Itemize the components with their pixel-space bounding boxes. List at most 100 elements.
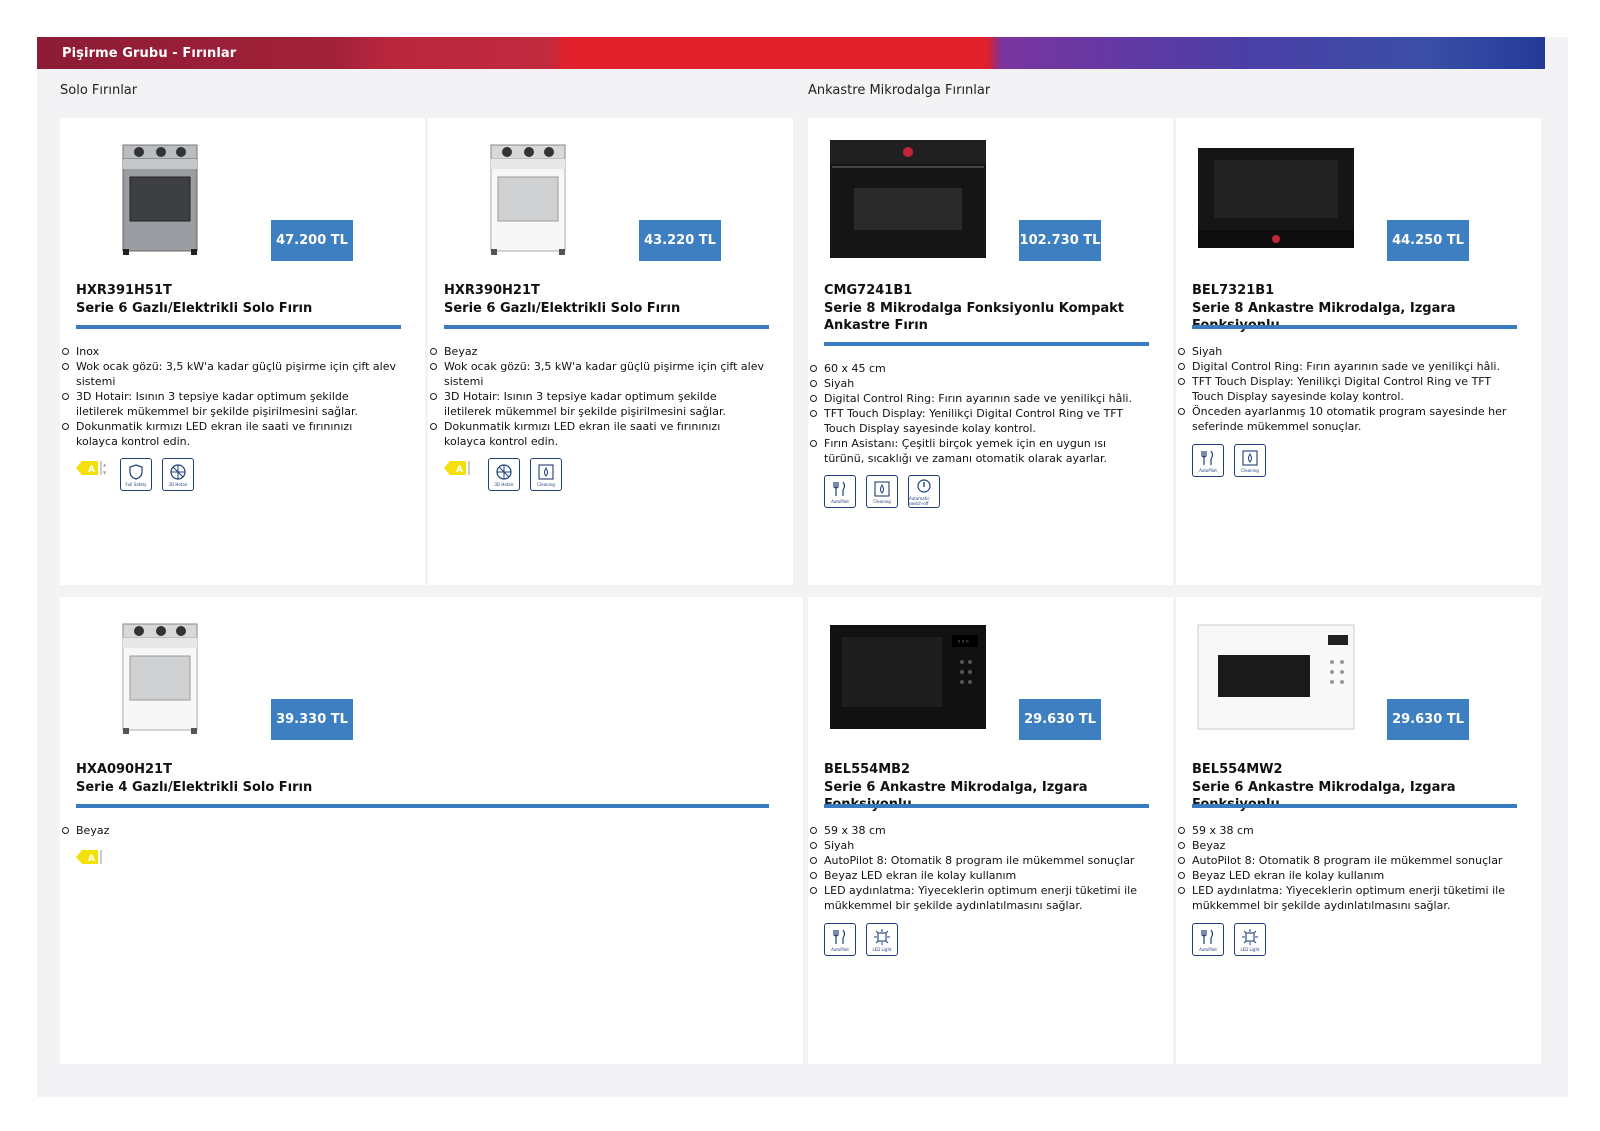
banner-title: Pişirme Grubu - Fırınlar <box>62 45 237 61</box>
category-banner: Pişirme Grubu - Fırınlar <box>37 37 1545 69</box>
feature-item: Digital Control Ring: Fırın ayarının sad… <box>810 391 1144 406</box>
feature-item: TFT Touch Display: Yenilikçi Digital Con… <box>810 406 1144 436</box>
feature-item: Beyaz <box>62 823 396 838</box>
price-tag: 39.330 TL <box>271 699 353 740</box>
feature-item: 59 x 38 cm <box>810 823 1144 838</box>
feature-item: 60 x 45 cm <box>810 361 1144 376</box>
product-name: Serie 8 Mikrodalga Fonksiyonlu Kompakt A… <box>824 301 1125 333</box>
autopilot-icon: AutoPilot <box>824 923 856 956</box>
feature-item: Fırın Asistanı: Çeşitli birçok yemek içi… <box>810 436 1144 466</box>
feature-item: 3D Hotair: Isının 3 tepsiye kadar optimu… <box>62 389 396 419</box>
feature-list: Inox Wok ocak gözü: 3,5 kW'a kadar güçlü… <box>62 344 396 449</box>
feature-list: 59 x 38 cm Beyaz AutoPilot 8: Otomatik 8… <box>1178 823 1512 913</box>
feature-item: Beyaz <box>1178 838 1512 853</box>
autopilot-icon: AutoPilot <box>1192 923 1224 956</box>
energy-label-icon: A <box>444 458 478 478</box>
product-model: BEL554MB2 <box>824 762 911 777</box>
full-safety-icon: Full Safety <box>120 458 152 491</box>
product-image <box>80 617 240 739</box>
divider <box>444 325 769 329</box>
product-card[interactable]: 29.630 TL BEL554MW2 Serie 6 Ankastre Mik… <box>1176 597 1541 1064</box>
product-model: BEL554MW2 <box>1192 762 1283 777</box>
feature-item: Siyah <box>1178 344 1512 359</box>
product-card[interactable]: ◦◦◦ 29.630 TL BEL554MB2 Serie 6 Ankastre… <box>808 597 1173 1064</box>
feature-list: 59 x 38 cm Siyah AutoPilot 8: Otomatik 8… <box>810 823 1144 913</box>
energy-label-icon: A ▲ ▼ <box>76 458 110 478</box>
svg-text:▼: ▼ <box>103 470 107 475</box>
feature-item: LED aydınlatma: Yiyeceklerin optimum ene… <box>1178 883 1512 913</box>
product-model: HXR391H51T <box>76 283 172 298</box>
price-tag: 29.630 TL <box>1019 699 1101 740</box>
product-card[interactable]: 44.250 TL BEL7321B1 Serie 8 Ankastre Mik… <box>1176 118 1541 585</box>
svg-text:▲: ▲ <box>103 462 107 467</box>
feature-icons: AutoPilot Cleaning Automatic switch-off <box>824 475 940 508</box>
feature-item: AutoPilot 8: Otomatik 8 program ile müke… <box>810 853 1144 868</box>
feature-icons: A <box>76 847 110 867</box>
product-card[interactable]: 39.330 TL HXA090H21T Serie 4 Gazlı/Elekt… <box>60 597 803 1064</box>
divider <box>1192 325 1517 329</box>
feature-item: Beyaz LED ekran ile kolay kullanım <box>1178 868 1512 883</box>
feature-list: Beyaz Wok ocak gözü: 3,5 kW'a kadar güçl… <box>430 344 764 449</box>
product-image <box>448 138 608 260</box>
feature-item: Önceden ayarlanmış 10 otomatik program s… <box>1178 404 1512 434</box>
feature-item: Beyaz LED ekran ile kolay kullanım <box>810 868 1144 883</box>
section-title-solo: Solo Fırınlar <box>60 83 138 98</box>
product-model: CMG7241B1 <box>824 283 913 298</box>
svg-text:◦◦◦: ◦◦◦ <box>957 638 969 646</box>
price-tag: 29.630 TL <box>1387 699 1469 740</box>
autopilot-icon: AutoPilot <box>824 475 856 508</box>
product-name: Serie 6 Gazlı/Elektrikli Solo Fırın <box>444 301 681 316</box>
product-image <box>828 138 988 260</box>
divider <box>76 325 401 329</box>
feature-item: 3D Hotair: Isının 3 tepsiye kadar optimu… <box>430 389 764 419</box>
auto-switch-off-icon: Automatic switch-off <box>908 475 940 508</box>
3d-hotair-icon: 3D Hotair <box>488 458 520 491</box>
product-card[interactable]: 102.730 TL CMG7241B1 Serie 8 Mikrodalga … <box>808 118 1173 585</box>
product-name: Serie 6 Gazlı/Elektrikli Solo Fırın <box>76 301 313 316</box>
feature-icons: AutoPilot Cleaning <box>1192 444 1266 477</box>
divider <box>76 804 769 808</box>
cleaning-icon: Cleaning <box>530 458 562 491</box>
cleaning-icon: Cleaning <box>1234 444 1266 477</box>
3d-hotair-icon: 3D Hotair <box>162 458 194 491</box>
price-tag: 44.250 TL <box>1387 220 1469 261</box>
product-name: Serie 4 Gazlı/Elektrikli Solo Fırın <box>76 780 313 795</box>
product-model: BEL7321B1 <box>1192 283 1275 298</box>
divider <box>824 342 1149 346</box>
feature-item: LED aydınlatma: Yiyeceklerin optimum ene… <box>810 883 1144 913</box>
feature-item: Beyaz <box>430 344 764 359</box>
feature-list: Beyaz <box>62 823 396 838</box>
feature-list: 60 x 45 cm Siyah Digital Control Ring: F… <box>810 361 1144 466</box>
led-light-icon: LED Light <box>1234 923 1266 956</box>
product-image <box>1196 617 1356 739</box>
led-light-icon: LED Light <box>866 923 898 956</box>
product-card[interactable]: 43.220 TL HXR390H21T Serie 6 Gazlı/Elekt… <box>428 118 793 585</box>
product-card[interactable]: 47.200 TL HXR391H51T Serie 6 Gazlı/Elekt… <box>60 118 425 585</box>
product-model: HXR390H21T <box>444 283 540 298</box>
svg-text:A: A <box>456 465 463 475</box>
feature-item: TFT Touch Display: Yenilikçi Digital Con… <box>1178 374 1512 404</box>
section-title-microwave: Ankastre Mikrodalga Fırınlar <box>808 83 991 98</box>
feature-item: Siyah <box>810 838 1144 853</box>
feature-icons: A 3D Hotair Cleaning <box>444 458 562 491</box>
feature-item: 59 x 38 cm <box>1178 823 1512 838</box>
feature-item: Inox <box>62 344 396 359</box>
feature-item: Wok ocak gözü: 3,5 kW'a kadar güçlü pişi… <box>430 360 764 388</box>
feature-item: Siyah <box>810 376 1144 391</box>
cleaning-icon: Cleaning <box>866 475 898 508</box>
feature-icons: A ▲ ▼ Full Safety 3D Hotair <box>76 458 194 491</box>
divider <box>824 804 1149 808</box>
feature-item: AutoPilot 8: Otomatik 8 program ile müke… <box>1178 853 1512 868</box>
price-tag: 47.200 TL <box>271 220 353 261</box>
feature-item: Wok ocak gözü: 3,5 kW'a kadar güçlü pişi… <box>62 360 396 388</box>
product-model: HXA090H21T <box>76 762 172 777</box>
product-image <box>1196 138 1356 260</box>
feature-icons: AutoPilot LED Light <box>824 923 898 956</box>
price-tag: 102.730 TL <box>1019 220 1101 261</box>
autopilot-icon: AutoPilot <box>1192 444 1224 477</box>
product-image <box>80 138 240 260</box>
feature-item: Digital Control Ring: Fırın ayarının sad… <box>1178 359 1512 374</box>
energy-label-icon: A <box>76 847 110 867</box>
feature-list: Siyah Digital Control Ring: Fırın ayarın… <box>1178 344 1512 434</box>
svg-text:A: A <box>88 465 95 475</box>
